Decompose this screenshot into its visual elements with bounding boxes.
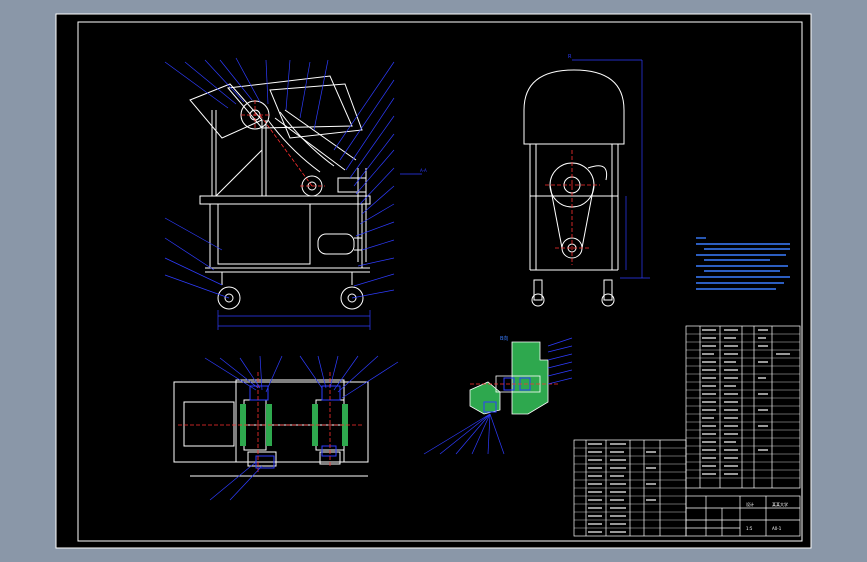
title-block-scale: 1:5 — [746, 526, 753, 531]
drawing-sheet — [55, 13, 812, 549]
detail-tag: B向 — [500, 335, 508, 342]
title-block-sheet-no: A0-1 — [772, 526, 782, 531]
cad-drawing-canvas[interactable]: R B向 设计 某某大学 1:5 A0-1 A-A — [0, 0, 867, 562]
side-view-top-dim: R — [568, 54, 572, 60]
title-block-name: 设计 — [746, 501, 754, 507]
title-block-org: 某某大学 — [772, 501, 788, 507]
section-tag: A-A — [420, 168, 427, 173]
